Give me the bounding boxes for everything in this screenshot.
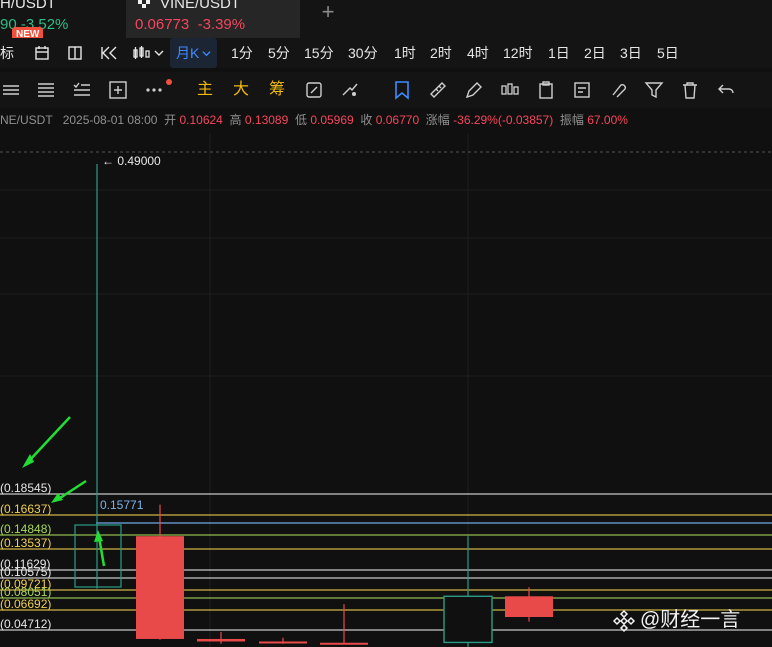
level-label: (0.04712)	[0, 617, 52, 631]
indicator-button[interactable]: 标	[0, 38, 14, 68]
level-label: (0.06692)	[0, 597, 52, 611]
interval-1h[interactable]: 1时	[394, 38, 416, 68]
main-indicator-button[interactable]: 主	[197, 80, 213, 100]
interval-1d[interactable]: 1日	[548, 38, 570, 68]
interval-4h[interactable]: 4时	[467, 38, 489, 68]
watermark: @财经一言	[640, 609, 741, 631]
low-value: 0.05969	[310, 113, 354, 127]
candle-body	[443, 595, 493, 644]
drawing-toolbar: 主 大 筹	[0, 72, 772, 108]
candle-type-icon[interactable]	[132, 45, 150, 61]
interval-30m[interactable]: 30分	[348, 38, 378, 68]
peak-price-label: ← 0.49000	[102, 154, 161, 168]
pen-icon[interactable]	[464, 80, 484, 100]
filter-icon[interactable]	[644, 80, 664, 100]
more-icon[interactable]	[144, 80, 164, 100]
candle-body	[505, 596, 553, 617]
tab-vine-usdt[interactable]: VINE/USDT 0.06773 -3.39%	[126, 0, 300, 38]
add-box-icon[interactable]	[108, 80, 128, 100]
interval-12h[interactable]: 12时	[503, 38, 533, 68]
coin-icon	[138, 0, 150, 8]
interval-toolbar: 标 月K 1分 5分 15分 30分 1时 2时 4时 12时 1日 2日 3日…	[0, 38, 772, 68]
candle-body	[197, 638, 245, 642]
calendar-icon[interactable]	[34, 45, 50, 61]
interval-3d[interactable]: 3日	[620, 38, 642, 68]
crop-icon[interactable]	[304, 80, 324, 100]
list-check-icon[interactable]	[72, 80, 92, 100]
chevron-down-icon	[202, 51, 211, 57]
candle-body	[259, 641, 307, 644]
clipboard-icon[interactable]	[536, 80, 556, 100]
close-label: 收	[360, 113, 373, 127]
replay-icon[interactable]	[100, 45, 118, 61]
ohlc-info: NE/USDT 2025-08-01 08:00 开 0.10624 高 0.1…	[0, 110, 772, 130]
interval-15m[interactable]: 15分	[304, 38, 334, 68]
level-label: (0.13537)	[0, 536, 52, 550]
note-icon[interactable]	[572, 80, 592, 100]
high-value: 0.13089	[244, 113, 289, 127]
interval-2d[interactable]: 2日	[584, 38, 606, 68]
level-label: (0.14848)	[0, 522, 52, 536]
interval-2h[interactable]: 2时	[430, 38, 452, 68]
high-label: 高	[229, 113, 242, 127]
amplitude-label: 振幅	[559, 113, 584, 127]
layout-icon[interactable]	[68, 45, 82, 61]
trash-icon[interactable]	[680, 80, 700, 100]
interval-5m[interactable]: 5分	[268, 38, 290, 68]
candles-icon[interactable]	[500, 80, 520, 100]
bookmark-icon[interactable]	[392, 80, 412, 100]
notification-dot	[166, 79, 172, 85]
candlestick-chart[interactable]	[0, 134, 772, 647]
low-label: 低	[294, 113, 307, 127]
candle-body	[136, 536, 184, 639]
level-label: (0.16637)	[0, 502, 52, 516]
interval-monthly[interactable]: 月K	[170, 38, 218, 68]
change-label: 涨幅	[425, 113, 450, 127]
candle-body	[320, 642, 368, 645]
interval-5d[interactable]: 5日	[657, 38, 679, 68]
add-tab-icon[interactable]: +	[316, 0, 340, 26]
tab-strip: H/USDT 90 -3.52% VINE/USDT 0.06773 -3.39…	[0, 0, 772, 38]
info-date: 2025-08-01 08:00	[62, 113, 158, 127]
open-value: 0.10624	[179, 113, 223, 127]
interval-1m[interactable]: 1分	[231, 38, 253, 68]
sync-icon[interactable]	[340, 80, 360, 100]
change-value: -36.29%(-0.03857)	[453, 113, 554, 127]
level-label: (0.18545)	[0, 481, 52, 495]
undo-icon[interactable]	[716, 80, 736, 100]
magnet-icon[interactable]	[608, 80, 628, 100]
chevron-down-icon[interactable]	[154, 48, 164, 58]
open-label: 开	[164, 113, 177, 127]
tab-symbol: H/USDT	[0, 0, 56, 12]
ruler-icon[interactable]	[428, 80, 448, 100]
lines-icon[interactable]	[1, 80, 21, 100]
align-icon[interactable]	[36, 80, 56, 100]
amplitude-value: 67.00%	[587, 113, 628, 127]
tab-price: 0.06773 -3.39%	[135, 16, 246, 33]
large-order-button[interactable]: 大	[233, 80, 249, 100]
info-symbol: NE/USDT	[0, 113, 53, 127]
binance-logo-icon	[612, 609, 636, 633]
tab-symbol: VINE/USDT	[160, 0, 241, 12]
chip-distribution-button[interactable]: 筹	[269, 80, 285, 100]
candles	[96, 164, 553, 647]
box-price-label: 0.15771	[100, 498, 144, 512]
close-value: 0.06770	[375, 113, 420, 127]
